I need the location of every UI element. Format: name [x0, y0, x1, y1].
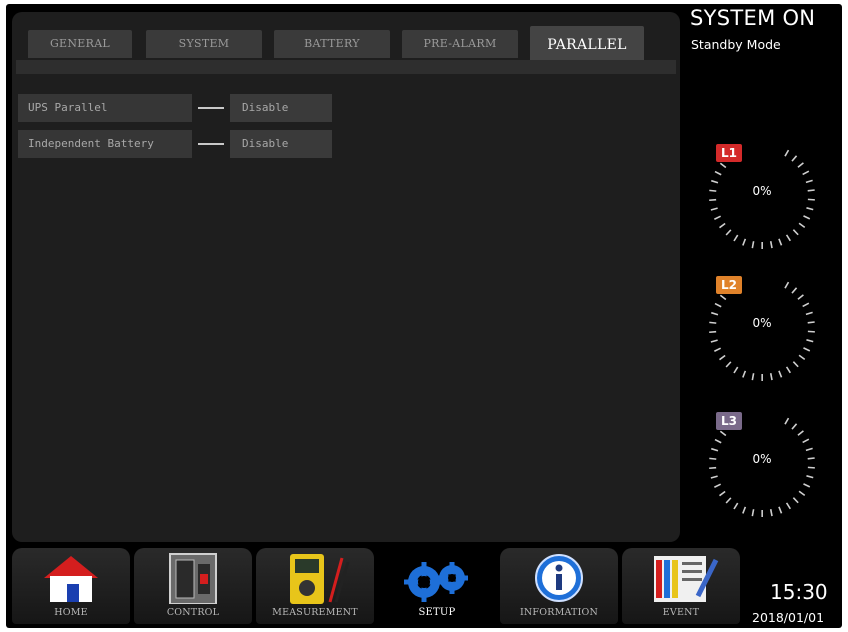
load-percent: 0%	[752, 184, 772, 198]
control-label: CONTROL	[166, 607, 220, 618]
clock-time: 15:30	[770, 580, 828, 604]
tab-battery[interactable]: BATTERY	[274, 30, 390, 58]
tab-bar: GENERAL SYSTEM BATTERY PRE-ALARM PARALLE…	[16, 26, 676, 62]
phase-label: L1	[716, 144, 742, 162]
control-icon	[169, 553, 217, 604]
setting-label: Independent Battery	[18, 130, 192, 158]
system-status-title: SYSTEM ON	[690, 6, 816, 30]
home-icon	[44, 556, 98, 602]
setting-label: UPS Parallel	[18, 94, 192, 122]
gauge-l3: L3 0%	[706, 408, 818, 520]
multimeter-icon	[290, 554, 350, 604]
gauge-l2: L2 0%	[706, 272, 818, 384]
measurement-button[interactable]: MEASUREMENT	[256, 548, 374, 624]
load-percent: 0%	[752, 452, 772, 466]
clock-date: 2018/01/01	[752, 610, 825, 625]
event-button[interactable]: EVENT	[622, 548, 740, 624]
tab-content-header	[16, 60, 676, 74]
measurement-label: MEASUREMENT	[272, 607, 358, 618]
tab-general[interactable]: GENERAL	[28, 30, 132, 58]
load-percent: 0%	[752, 316, 772, 330]
info-icon	[535, 554, 583, 602]
information-label: INFORMATION	[519, 607, 599, 618]
phase-label: L3	[716, 412, 742, 430]
tab-parallel[interactable]: PARALLEL	[530, 26, 644, 62]
connector-line	[198, 143, 224, 145]
home-label: HOME	[54, 607, 88, 618]
information-button[interactable]: INFORMATION	[500, 548, 618, 624]
event-label: EVENT	[662, 607, 700, 618]
gauge-l1: L1 0%	[706, 140, 818, 252]
gears-icon	[404, 562, 468, 602]
event-log-icon	[654, 556, 719, 602]
phase-label: L2	[716, 276, 742, 294]
home-button[interactable]: HOME	[12, 548, 130, 624]
setup-panel: GENERAL SYSTEM BATTERY PRE-ALARM PARALLE…	[12, 12, 680, 542]
tab-pre-alarm[interactable]: PRE-ALARM	[402, 30, 518, 58]
connector-line	[198, 107, 224, 109]
control-button[interactable]: CONTROL	[134, 548, 252, 624]
bottom-toolbar: HOME CONTROL MEASUREMENT SETUP INFORMATI…	[12, 548, 752, 624]
setup-label: SETUP	[418, 607, 456, 618]
tab-system[interactable]: SYSTEM	[146, 30, 262, 58]
setting-value-button[interactable]: Disable	[230, 94, 332, 122]
setup-button[interactable]: SETUP	[378, 548, 496, 624]
setting-value-button[interactable]: Disable	[230, 130, 332, 158]
system-mode: Standby Mode	[691, 37, 781, 52]
